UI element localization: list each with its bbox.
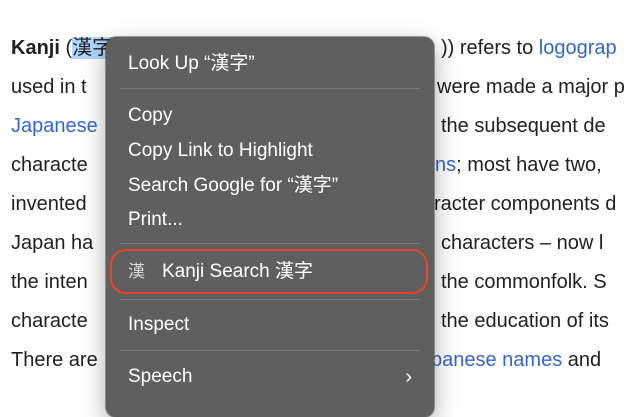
- menu-item-kanji-search[interactable]: 漢 Kanji Search 漢字: [128, 258, 412, 286]
- menu-item-copy[interactable]: Copy: [128, 102, 412, 130]
- kanji-extension-icon: 漢: [128, 262, 145, 282]
- menu-item-search-google[interactable]: Search Google for “漢字”: [128, 172, 412, 200]
- menu-separator: [120, 88, 420, 89]
- article-line-7: the inten the commonfolk. S: [11, 271, 607, 293]
- link-readings[interactable]: ns: [435, 154, 456, 176]
- article-line-5: invented racter components d: [11, 193, 617, 215]
- article-term-bold: Kanji: [11, 37, 60, 59]
- menu-item-print[interactable]: Print...: [128, 206, 412, 234]
- article-line-6: Japan ha characters – now l: [11, 232, 604, 254]
- menu-item-look-up[interactable]: Look Up “漢字”: [128, 50, 412, 78]
- article-line-4: characte ns; most have two,: [11, 154, 602, 176]
- menu-item-inspect[interactable]: Inspect: [128, 311, 412, 339]
- article-line-3: Japanese the subsequent de: [11, 115, 606, 137]
- article-line-1: Kanji (漢字 )) refers to logograp: [11, 37, 617, 59]
- article-line-2: used in t were made a major p: [11, 76, 625, 98]
- menu-item-copy-link-highlight[interactable]: Copy Link to Highlight: [128, 137, 412, 165]
- article-line-8: characte the education of its: [11, 310, 609, 332]
- chevron-right-icon: ›: [405, 366, 412, 388]
- article-line-9: There are panese names and: [11, 349, 602, 371]
- menu-separator: [120, 350, 420, 351]
- menu-separator: [120, 299, 420, 300]
- menu-item-speech[interactable]: Speech ›: [128, 363, 412, 391]
- link-japanese[interactable]: Japanese: [11, 115, 98, 137]
- context-menu: Look Up “漢字” Copy Copy Link to Highlight…: [106, 37, 434, 417]
- link-logographic[interactable]: logograp: [539, 37, 617, 59]
- menu-separator: [120, 243, 420, 244]
- link-japanese-names[interactable]: panese names: [431, 349, 562, 371]
